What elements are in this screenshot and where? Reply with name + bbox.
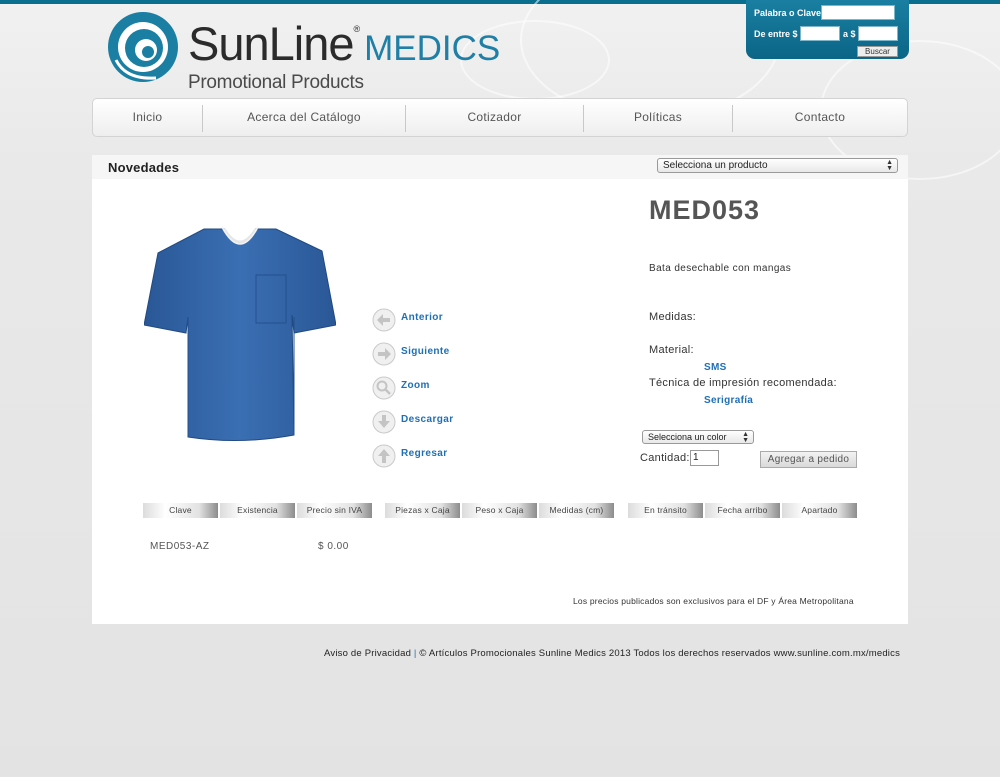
col-header-peso: Peso x Caja <box>462 503 537 518</box>
keyword-input[interactable] <box>821 5 895 20</box>
nav-item-contacto[interactable]: Contacto <box>733 99 907 136</box>
footer-separator: | <box>413 648 417 659</box>
table-cell-precio: $ 0.00 <box>318 541 349 552</box>
price-range-label: De entre $ <box>754 29 798 39</box>
brand-name: SunLine® MEDICS <box>188 16 500 72</box>
product-panel: Novedades Selecciona un producto ▲ ▼ Ante… <box>92 155 908 624</box>
color-select-value: Selecciona un color <box>648 432 727 442</box>
arrow-up-icon <box>372 444 396 468</box>
col-header-clave: Clave <box>143 503 218 518</box>
footer: Aviso de Privacidad | © Artículos Promoc… <box>324 648 900 659</box>
max-price-input[interactable] <box>858 26 898 41</box>
download-icon <box>372 410 396 434</box>
download-label: Descargar <box>401 414 454 425</box>
copyright-text: © Artículos Promocionales Sunline Medics… <box>419 648 901 659</box>
nav-item-cotizador[interactable]: Cotizador <box>406 99 583 136</box>
product-select-value: Selecciona un producto <box>663 160 768 171</box>
col-header-apartado: Apartado <box>782 503 857 518</box>
privacy-link[interactable]: Aviso de Privacidad <box>324 648 411 659</box>
select-arrows-icon: ▲ ▼ <box>886 159 893 172</box>
material-value: SMS <box>704 362 727 373</box>
brand-name-sunline: SunLine <box>188 17 354 70</box>
tecnica-label: Técnica de impresión recomendada: <box>649 377 837 389</box>
next-label: Siguiente <box>401 346 450 357</box>
arrow-left-icon <box>372 308 396 332</box>
panel-header: Novedades Selecciona un producto ▲ ▼ <box>92 155 908 179</box>
registered-mark: ® <box>353 24 361 34</box>
nav-item-politicas[interactable]: Políticas <box>584 99 732 136</box>
zoom-icon <box>372 376 396 400</box>
search-panel: Palabra o Clave: De entre $ a $ Buscar <box>746 0 909 59</box>
col-header-transito: En tránsito <box>628 503 703 518</box>
main-nav: Inicio Acerca del Catálogo Cotizador Pol… <box>92 98 908 137</box>
quantity-label: Cantidad: <box>640 452 690 464</box>
brand-name-medics: MEDICS <box>364 29 501 68</box>
col-header-fecha: Fecha arribo <box>705 503 780 518</box>
table-cell-clave: MED053-AZ <box>150 541 210 552</box>
product-select[interactable]: Selecciona un producto ▲ ▼ <box>657 158 898 173</box>
price-to-label: a $ <box>843 29 856 39</box>
previous-label: Anterior <box>401 312 444 323</box>
select-arrows-icon: ▲ ▼ <box>742 431 749 444</box>
brand-tagline: Promotional Products <box>188 72 364 93</box>
col-header-existencia: Existencia <box>220 503 295 518</box>
back-label: Regresar <box>401 448 448 459</box>
nav-item-acerca[interactable]: Acerca del Catálogo <box>203 99 405 136</box>
product-description: Bata desechable con mangas <box>649 263 792 274</box>
search-button[interactable]: Buscar <box>857 46 898 57</box>
material-label: Material: <box>649 344 694 356</box>
col-header-precio: Precio sin IVA <box>297 503 372 518</box>
product-image[interactable] <box>144 225 336 445</box>
sunline-logo-icon <box>108 12 178 82</box>
add-to-order-button[interactable]: Agregar a pedido <box>760 451 857 468</box>
quantity-input[interactable]: 1 <box>690 450 719 466</box>
color-select[interactable]: Selecciona un color ▲ ▼ <box>642 430 754 444</box>
col-header-piezas: Piezas x Caja <box>385 503 460 518</box>
min-price-input[interactable] <box>800 26 840 41</box>
medidas-label: Medidas: <box>649 311 697 323</box>
nav-item-inicio[interactable]: Inicio <box>93 99 202 136</box>
site-logo[interactable]: SunLine® MEDICS Promotional Products <box>106 8 500 96</box>
price-note: Los precios publicados son exclusivos pa… <box>573 596 854 606</box>
col-header-medidas: Medidas (cm) <box>539 503 614 518</box>
tecnica-value: Serigrafía <box>704 395 754 406</box>
zoom-label: Zoom <box>401 380 430 391</box>
product-code: MED053 <box>649 195 761 225</box>
section-title: Novedades <box>108 160 180 175</box>
arrow-right-icon <box>372 342 396 366</box>
keyword-label: Palabra o Clave: <box>754 8 825 18</box>
